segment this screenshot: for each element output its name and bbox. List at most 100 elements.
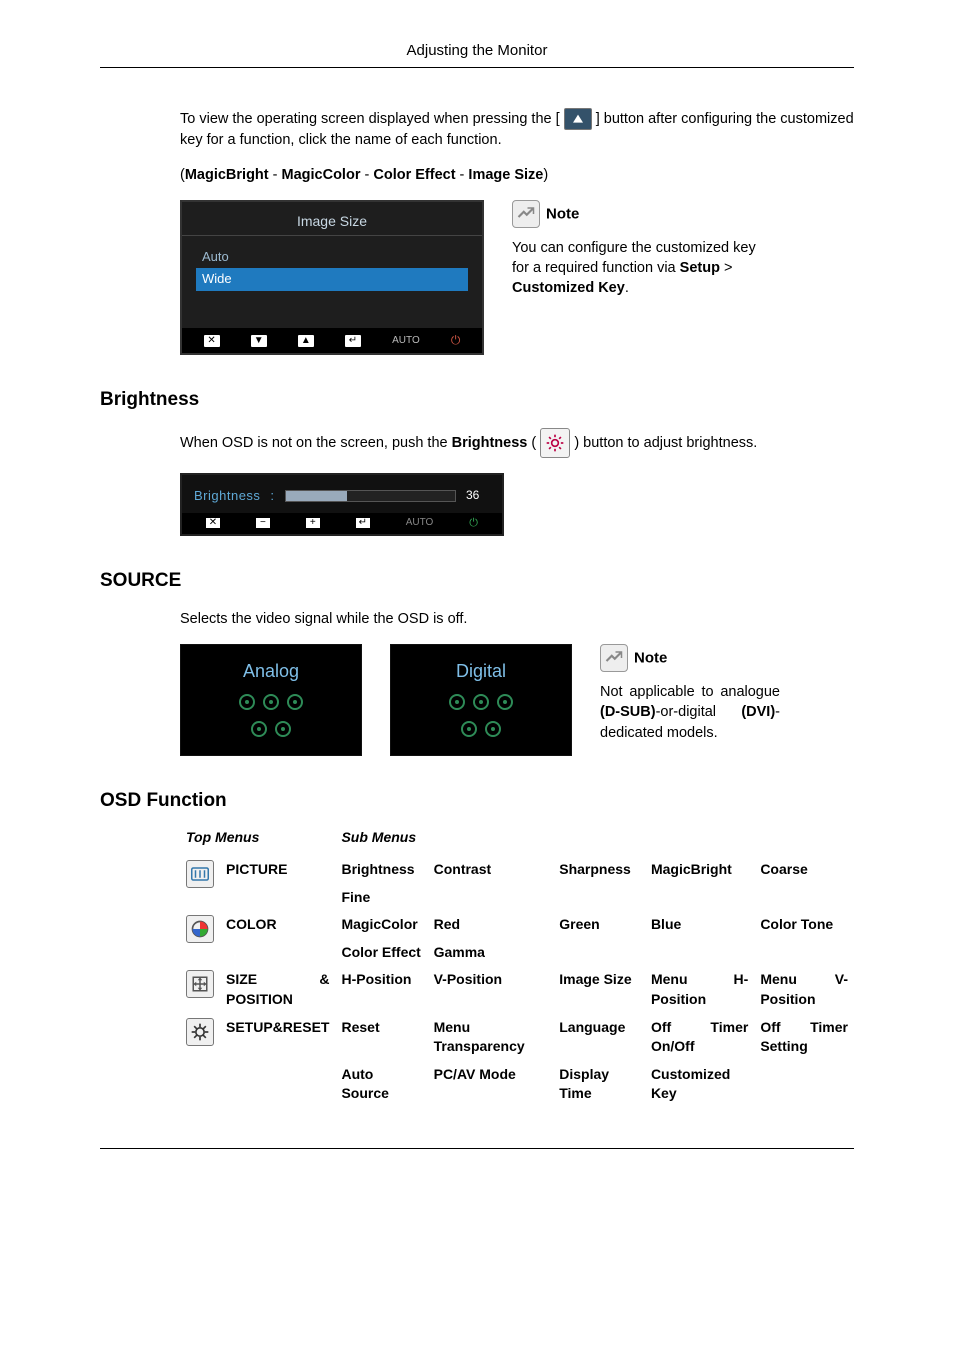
brightness-paragraph: When OSD is not on the screen, push the … [180,428,854,458]
intro-paragraph: To view the operating screen displayed w… [180,108,854,150]
brightness-label: Brightness [452,435,528,451]
osd-imagesize-title: Image Size [182,202,482,236]
source-row: Analog Digital Note Not applicable to an… [180,644,854,756]
sub-pcavmode[interactable]: PC/AV Mode [428,1061,554,1108]
link-magicbright[interactable]: MagicBright [185,167,269,183]
heading-source: SOURCE [100,568,854,595]
note-label: Note [546,205,579,222]
link-magiccolor[interactable]: MagicColor [282,167,361,183]
color-icon [186,915,214,943]
osd-option-wide[interactable]: Wide [196,268,468,290]
src-note-pre: Not applicable to analogue [600,684,780,700]
sub-gamma[interactable]: Gamma [428,939,554,967]
note-source-text: Not applicable to analogue (D-SUB)-or-di… [600,682,780,743]
osd-key-enter[interactable]: ↵ [345,335,361,347]
links-line: (MagicBright - MagicColor - Color Effect… [180,165,854,185]
osd-key-down[interactable]: ▼ [251,335,267,347]
sub-coarse[interactable]: Coarse [754,856,854,884]
sub-coloreffect[interactable]: Color Effect [335,939,427,967]
sub-red[interactable]: Red [428,911,554,939]
note1-gt: > [720,260,733,276]
sep3: - [456,167,469,183]
sub-fine[interactable]: Fine [335,884,427,912]
osd-key-up[interactable]: ▲ [298,335,314,347]
sep2: - [360,167,373,183]
osd-key-power[interactable]: ⏻ [451,332,461,349]
src-note-dsub: (D-SUB) [600,704,656,720]
osd-brightness-panel: Brightness : 36 ✕ − + ↵ AUTO ⏻ [180,473,504,537]
th-top-menus: Top Menus [180,824,335,856]
source-digital-label: Digital [391,659,571,684]
sub-colortone[interactable]: Color Tone [754,911,854,939]
source-analog-label: Analog [181,659,361,684]
note-icon [512,200,540,228]
sub-language[interactable]: Language [553,1014,645,1061]
brightness-mid: ( [531,435,536,451]
brightness-post: ) button to adjust brightness. [574,435,757,451]
osd-brightness-slider[interactable] [285,490,456,502]
note1-custkey: Customized Key [512,280,625,296]
sub-offtimer-onoff[interactable]: Off Timer On/Off [645,1014,754,1061]
intro-text-pre: To view the operating screen displayed w… [180,111,560,127]
note1-setup: Setup [680,260,720,276]
sub-menu-hpos[interactable]: Menu H-Position [645,966,754,1013]
menu-color[interactable]: COLOR [220,911,335,966]
sub-autosource[interactable]: Auto Source [335,1061,427,1108]
sub-displaytime[interactable]: Display Time [553,1061,645,1108]
sub-imagesize[interactable]: Image Size [553,966,645,1013]
note-label-2: Note [634,650,667,667]
source-desc: Selects the video signal while the OSD i… [180,609,854,629]
osd-brightness-label: Brightness [194,487,260,505]
link-imagesize[interactable]: Image Size [468,167,543,183]
source-analog-tile[interactable]: Analog [180,644,362,756]
menu-setup-reset[interactable]: SETUP&RESET [220,1014,335,1108]
osd-bkey-power[interactable]: ⏻ [469,516,478,531]
osd-option-auto[interactable]: Auto [196,246,468,268]
sub-brightness[interactable]: Brightness [335,856,427,884]
link-coloreffect[interactable]: Color Effect [373,167,455,183]
menu-picture[interactable]: PICTURE [220,856,335,911]
osd-brightness-colon: : [270,487,274,505]
brightness-pre: When OSD is not on the screen, push the [180,435,452,451]
sub-menu-vpos[interactable]: Menu V-Position [754,966,854,1013]
header-rule [100,67,854,68]
src-note-mid: -or-digital [656,704,742,720]
sub-contrast[interactable]: Contrast [428,856,554,884]
sub-vposition[interactable]: V-Position [428,966,554,1013]
osd-bkey-auto[interactable]: AUTO [406,516,434,530]
sub-green[interactable]: Green [553,911,645,939]
note-text: You can configure the customized key for… [512,238,772,299]
sub-sharpness[interactable]: Sharpness [553,856,645,884]
osd-imagesize-panel: Image Size Auto Wide ✕ ▼ ▲ ↵ AUTO ⏻ [180,200,484,355]
paren-close: ) [543,167,548,183]
osd-imagesize-footer: ✕ ▼ ▲ ↵ AUTO ⏻ [182,328,482,353]
sub-menutrans[interactable]: Menu Transparency [428,1014,554,1061]
sub-magiccolor[interactable]: MagicColor [335,911,427,939]
sub-offtimer-setting[interactable]: Off Timer Setting [754,1014,854,1061]
osd-bkey-minus[interactable]: − [256,518,270,528]
imagesize-row: Image Size Auto Wide ✕ ▼ ▲ ↵ AUTO ⏻ Note [180,200,854,355]
source-digital-tile[interactable]: Digital [390,644,572,756]
menu-size-position[interactable]: SIZE & POSITION [220,966,335,1013]
heading-brightness: Brightness [100,387,854,414]
size-position-icon [186,970,214,998]
note-source: Note Not applicable to analogue (D-SUB)-… [600,644,780,743]
sub-blue[interactable]: Blue [645,911,754,939]
note1-dot: . [625,280,629,296]
osd-key-auto[interactable]: AUTO [392,334,420,348]
sub-reset[interactable]: Reset [335,1014,427,1061]
src-note-dvi: (DVI) [741,704,775,720]
osd-key-close[interactable]: ✕ [204,335,220,347]
page-header: Adjusting the Monitor [100,40,854,61]
picture-icon [186,860,214,888]
sub-magicbright[interactable]: MagicBright [645,856,754,884]
intro-block: To view the operating screen displayed w… [180,108,854,355]
osd-brightness-value: 36 [466,487,490,504]
osd-bkey-plus[interactable]: + [306,518,320,528]
osd-bkey-close[interactable]: ✕ [206,518,220,528]
note-customized-key: Note You can configure the customized ke… [512,200,772,299]
osd-bkey-enter[interactable]: ↵ [356,518,370,528]
sub-customizedkey[interactable]: Customized Key [645,1061,754,1108]
sub-hposition[interactable]: H-Position [335,966,427,1013]
note-icon-2 [600,644,628,672]
